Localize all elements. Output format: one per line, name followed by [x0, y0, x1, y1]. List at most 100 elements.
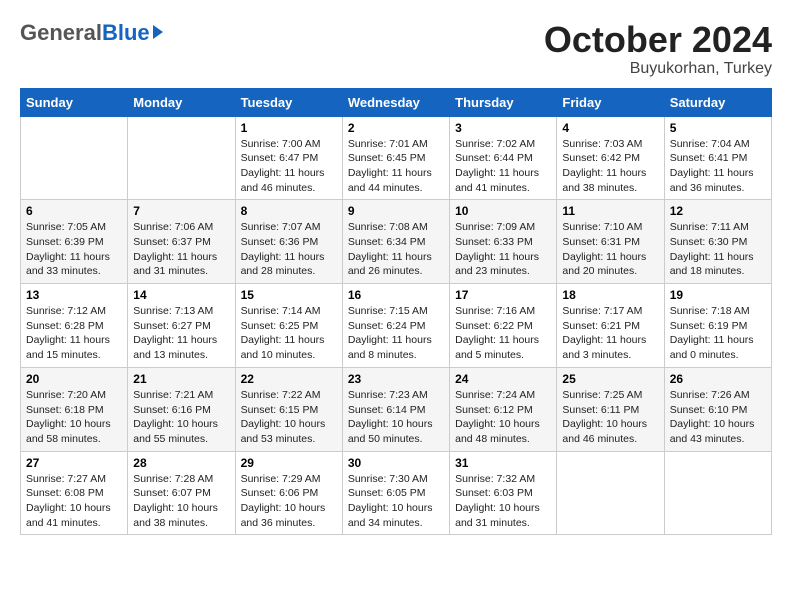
day-info: Sunrise: 7:29 AMSunset: 6:06 PMDaylight:… — [241, 472, 337, 531]
day-info: Sunrise: 7:00 AMSunset: 6:47 PMDaylight:… — [241, 137, 337, 196]
calendar-cell — [664, 451, 771, 535]
day-info: Sunrise: 7:32 AMSunset: 6:03 PMDaylight:… — [455, 472, 551, 531]
weekday-header-saturday: Saturday — [664, 88, 771, 116]
calendar-cell: 11Sunrise: 7:10 AMSunset: 6:31 PMDayligh… — [557, 200, 664, 284]
day-number: 30 — [348, 456, 444, 470]
logo-arrow-icon — [153, 25, 163, 39]
day-info: Sunrise: 7:27 AMSunset: 6:08 PMDaylight:… — [26, 472, 122, 531]
location-text: Buyukorhan, Turkey — [544, 60, 772, 78]
weekday-header-monday: Monday — [128, 88, 235, 116]
weekday-header-sunday: Sunday — [21, 88, 128, 116]
calendar-cell: 14 Sunrise: 7:13 AMSunset: 6:27 PMDayligh… — [128, 284, 235, 368]
calendar-cell: 16 Sunrise: 7:15 AMSunset: 6:24 PMDayligh… — [342, 284, 449, 368]
day-info: Sunrise: 7:09 AMSunset: 6:33 PMDaylight:… — [455, 220, 551, 279]
weekday-header-wednesday: Wednesday — [342, 88, 449, 116]
calendar-cell: 28Sunrise: 7:28 AMSunset: 6:07 PMDayligh… — [128, 451, 235, 535]
day-info: Sunrise: 7:15 AMSunset: 6:24 PMDaylight:… — [348, 304, 444, 363]
day-info: Sunrise: 7:22 AMSunset: 6:15 PMDaylight:… — [241, 388, 337, 447]
day-info: Sunrise: 7:25 AMSunset: 6:11 PMDaylight:… — [562, 388, 658, 447]
day-number: 16 — [348, 288, 444, 302]
day-number: 28 — [133, 456, 229, 470]
calendar-cell: 2 Sunrise: 7:01 AMSunset: 6:45 PMDaylight… — [342, 116, 449, 200]
title-block: October 2024 Buyukorhan, Turkey — [544, 20, 772, 78]
calendar-table: SundayMondayTuesdayWednesdayThursdayFrid… — [20, 88, 772, 536]
day-number: 9 — [348, 204, 444, 218]
calendar-cell: 8Sunrise: 7:07 AMSunset: 6:36 PMDaylight… — [235, 200, 342, 284]
calendar-cell: 9 Sunrise: 7:08 AMSunset: 6:34 PMDaylight… — [342, 200, 449, 284]
day-info: Sunrise: 7:18 AMSunset: 6:19 PMDaylight:… — [670, 304, 766, 363]
calendar-cell: 6 Sunrise: 7:05 AMSunset: 6:39 PMDaylight… — [21, 200, 128, 284]
day-number: 14 — [133, 288, 229, 302]
calendar-cell: 21 Sunrise: 7:21 AMSunset: 6:16 PMDayligh… — [128, 367, 235, 451]
day-info: Sunrise: 7:06 AMSunset: 6:37 PMDaylight:… — [133, 220, 229, 279]
day-info: Sunrise: 7:23 AMSunset: 6:14 PMDaylight:… — [348, 388, 444, 447]
day-info: Sunrise: 7:13 AMSunset: 6:27 PMDaylight:… — [133, 304, 229, 363]
day-info: Sunrise: 7:04 AMSunset: 6:41 PMDaylight:… — [670, 137, 766, 196]
calendar-cell: 30 Sunrise: 7:30 AMSunset: 6:05 PMDayligh… — [342, 451, 449, 535]
day-info: Sunrise: 7:01 AMSunset: 6:45 PMDaylight:… — [348, 137, 444, 196]
weekday-header-tuesday: Tuesday — [235, 88, 342, 116]
day-info: Sunrise: 7:30 AMSunset: 6:05 PMDaylight:… — [348, 472, 444, 531]
day-number: 6 — [26, 204, 122, 218]
day-info: Sunrise: 7:10 AMSunset: 6:31 PMDaylight:… — [562, 220, 658, 279]
calendar-cell: 19Sunrise: 7:18 AMSunset: 6:19 PMDayligh… — [664, 284, 771, 368]
calendar-cell: 15 Sunrise: 7:14 AMSunset: 6:25 PMDayligh… — [235, 284, 342, 368]
day-info: Sunrise: 7:20 AMSunset: 6:18 PMDaylight:… — [26, 388, 122, 447]
day-number: 17 — [455, 288, 551, 302]
day-number: 2 — [348, 121, 444, 135]
weekday-header-friday: Friday — [557, 88, 664, 116]
day-number: 18 — [562, 288, 658, 302]
day-number: 4 — [562, 121, 658, 135]
day-number: 22 — [241, 372, 337, 386]
calendar-cell: 12 Sunrise: 7:11 AMSunset: 6:30 PMDayligh… — [664, 200, 771, 284]
week-row-3: 13 Sunrise: 7:12 AMSunset: 6:28 PMDayligh… — [21, 284, 772, 368]
day-info: Sunrise: 7:26 AMSunset: 6:10 PMDaylight:… — [670, 388, 766, 447]
calendar-cell: 23 Sunrise: 7:23 AMSunset: 6:14 PMDayligh… — [342, 367, 449, 451]
day-info: Sunrise: 7:05 AMSunset: 6:39 PMDaylight:… — [26, 220, 122, 279]
calendar-cell: 22 Sunrise: 7:22 AMSunset: 6:15 PMDayligh… — [235, 367, 342, 451]
page-header: General Blue October 2024 Buyukorhan, Tu… — [20, 20, 772, 78]
day-number: 12 — [670, 204, 766, 218]
calendar-cell: 27 Sunrise: 7:27 AMSunset: 6:08 PMDayligh… — [21, 451, 128, 535]
calendar-cell: 26 Sunrise: 7:26 AMSunset: 6:10 PMDayligh… — [664, 367, 771, 451]
day-info: Sunrise: 7:12 AMSunset: 6:28 PMDaylight:… — [26, 304, 122, 363]
day-number: 21 — [133, 372, 229, 386]
calendar-cell — [21, 116, 128, 200]
calendar-cell — [128, 116, 235, 200]
day-info: Sunrise: 7:03 AMSunset: 6:42 PMDaylight:… — [562, 137, 658, 196]
logo-blue-text: Blue — [102, 20, 150, 46]
day-number: 7 — [133, 204, 229, 218]
day-number: 15 — [241, 288, 337, 302]
calendar-cell: 5Sunrise: 7:04 AMSunset: 6:41 PMDaylight… — [664, 116, 771, 200]
calendar-cell: 1 Sunrise: 7:00 AMSunset: 6:47 PMDaylight… — [235, 116, 342, 200]
logo-general-text: General — [20, 20, 102, 46]
day-number: 24 — [455, 372, 551, 386]
day-number: 13 — [26, 288, 122, 302]
calendar-cell: 13 Sunrise: 7:12 AMSunset: 6:28 PMDayligh… — [21, 284, 128, 368]
day-number: 1 — [241, 121, 337, 135]
day-info: Sunrise: 7:14 AMSunset: 6:25 PMDaylight:… — [241, 304, 337, 363]
calendar-cell: 18Sunrise: 7:17 AMSunset: 6:21 PMDayligh… — [557, 284, 664, 368]
calendar-cell: 31 Sunrise: 7:32 AMSunset: 6:03 PMDayligh… — [450, 451, 557, 535]
week-row-1: 1 Sunrise: 7:00 AMSunset: 6:47 PMDaylight… — [21, 116, 772, 200]
day-info: Sunrise: 7:21 AMSunset: 6:16 PMDaylight:… — [133, 388, 229, 447]
week-row-4: 20 Sunrise: 7:20 AMSunset: 6:18 PMDayligh… — [21, 367, 772, 451]
calendar-cell — [557, 451, 664, 535]
day-info: Sunrise: 7:11 AMSunset: 6:30 PMDaylight:… — [670, 220, 766, 279]
day-info: Sunrise: 7:07 AMSunset: 6:36 PMDaylight:… — [241, 220, 337, 279]
day-number: 3 — [455, 121, 551, 135]
day-info: Sunrise: 7:16 AMSunset: 6:22 PMDaylight:… — [455, 304, 551, 363]
calendar-cell: 17 Sunrise: 7:16 AMSunset: 6:22 PMDayligh… — [450, 284, 557, 368]
day-number: 26 — [670, 372, 766, 386]
day-number: 20 — [26, 372, 122, 386]
day-number: 23 — [348, 372, 444, 386]
calendar-cell: 7 Sunrise: 7:06 AMSunset: 6:37 PMDaylight… — [128, 200, 235, 284]
calendar-cell: 10Sunrise: 7:09 AMSunset: 6:33 PMDayligh… — [450, 200, 557, 284]
day-info: Sunrise: 7:08 AMSunset: 6:34 PMDaylight:… — [348, 220, 444, 279]
calendar-cell: 29 Sunrise: 7:29 AMSunset: 6:06 PMDayligh… — [235, 451, 342, 535]
calendar-cell: 4 Sunrise: 7:03 AMSunset: 6:42 PMDaylight… — [557, 116, 664, 200]
week-row-5: 27 Sunrise: 7:27 AMSunset: 6:08 PMDayligh… — [21, 451, 772, 535]
day-number: 31 — [455, 456, 551, 470]
day-number: 27 — [26, 456, 122, 470]
day-number: 29 — [241, 456, 337, 470]
